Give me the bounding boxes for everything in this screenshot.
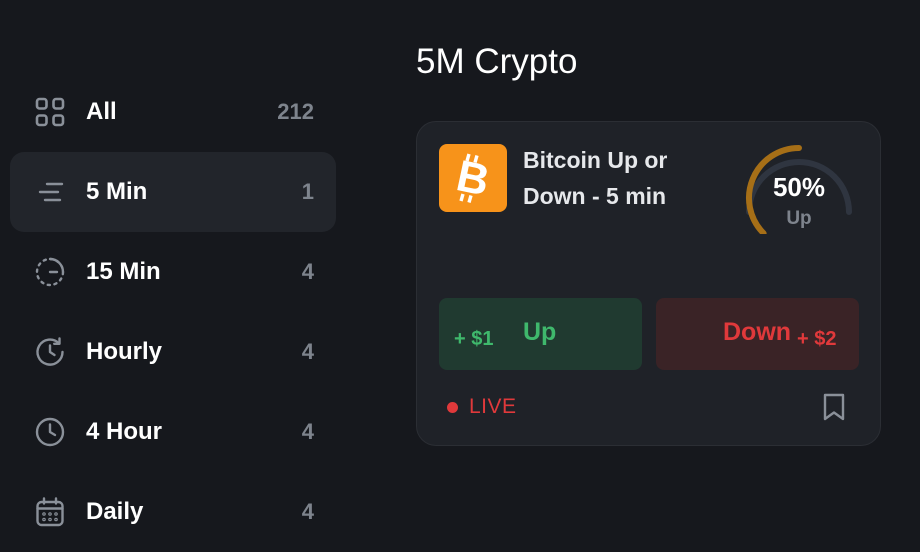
market-card[interactable]: B Bitcoin Up or Down - 5 min 50% Up + $1…: [416, 121, 881, 446]
sidebar-item-count: 4: [301, 419, 314, 444]
live-status: LIVE: [447, 394, 517, 420]
sidebar-item-label: 4 Hour: [86, 418, 163, 445]
clock-icon: [34, 416, 66, 448]
gauge-label: Up: [786, 208, 812, 229]
live-dot-icon: [447, 401, 458, 413]
sidebar-item-4-hour[interactable]: 4 Hour 4: [10, 392, 336, 472]
bookmark-icon[interactable]: [821, 392, 847, 422]
sidebar-item-hourly[interactable]: Hourly 4: [10, 312, 336, 392]
svg-text:B: B: [452, 151, 493, 206]
sidebar-item-all[interactable]: All 212: [10, 72, 336, 152]
lines-icon: [34, 176, 66, 208]
live-label: LIVE: [469, 395, 517, 418]
bitcoin-icon: B: [439, 144, 507, 212]
up-amount: + $1: [454, 328, 494, 350]
sidebar-item-count: 4: [301, 259, 314, 284]
sidebar-item-count: 4: [301, 339, 314, 364]
sidebar-item-label: 5 Min: [86, 178, 148, 205]
sidebar-item-label: All: [86, 98, 117, 125]
market-title[interactable]: Bitcoin Up or Down - 5 min: [523, 142, 713, 214]
page-title: 5M Crypto: [416, 42, 578, 81]
buy-down-button[interactable]: Down + $2: [656, 298, 859, 370]
probability-gauge: 50% Up: [739, 138, 859, 234]
sidebar-item-count: 212: [277, 99, 314, 124]
gauge-value: 50%: [772, 172, 826, 202]
clock-rotate-icon: [34, 336, 66, 368]
down-label: Down: [723, 318, 792, 346]
sidebar-item-daily[interactable]: Daily 4: [10, 472, 336, 552]
sidebar-item-count: 4: [301, 499, 314, 524]
calendar-icon: [34, 496, 66, 528]
down-amount: + $2: [797, 328, 837, 350]
dashed-timer-icon: [34, 256, 66, 288]
sidebar-item-label: Daily: [86, 498, 144, 525]
sidebar-item-15-min[interactable]: 15 Min 4: [10, 232, 336, 312]
sidebar-item-count: 1: [301, 179, 314, 204]
buy-up-button[interactable]: + $1 Up: [439, 298, 642, 370]
sidebar-item-5-min[interactable]: 5 Min 1: [10, 152, 336, 232]
sidebar-item-label: Hourly: [86, 338, 163, 365]
sidebar-item-label: 15 Min: [86, 258, 161, 285]
grid-icon: [34, 96, 66, 128]
up-label: Up: [523, 318, 557, 346]
